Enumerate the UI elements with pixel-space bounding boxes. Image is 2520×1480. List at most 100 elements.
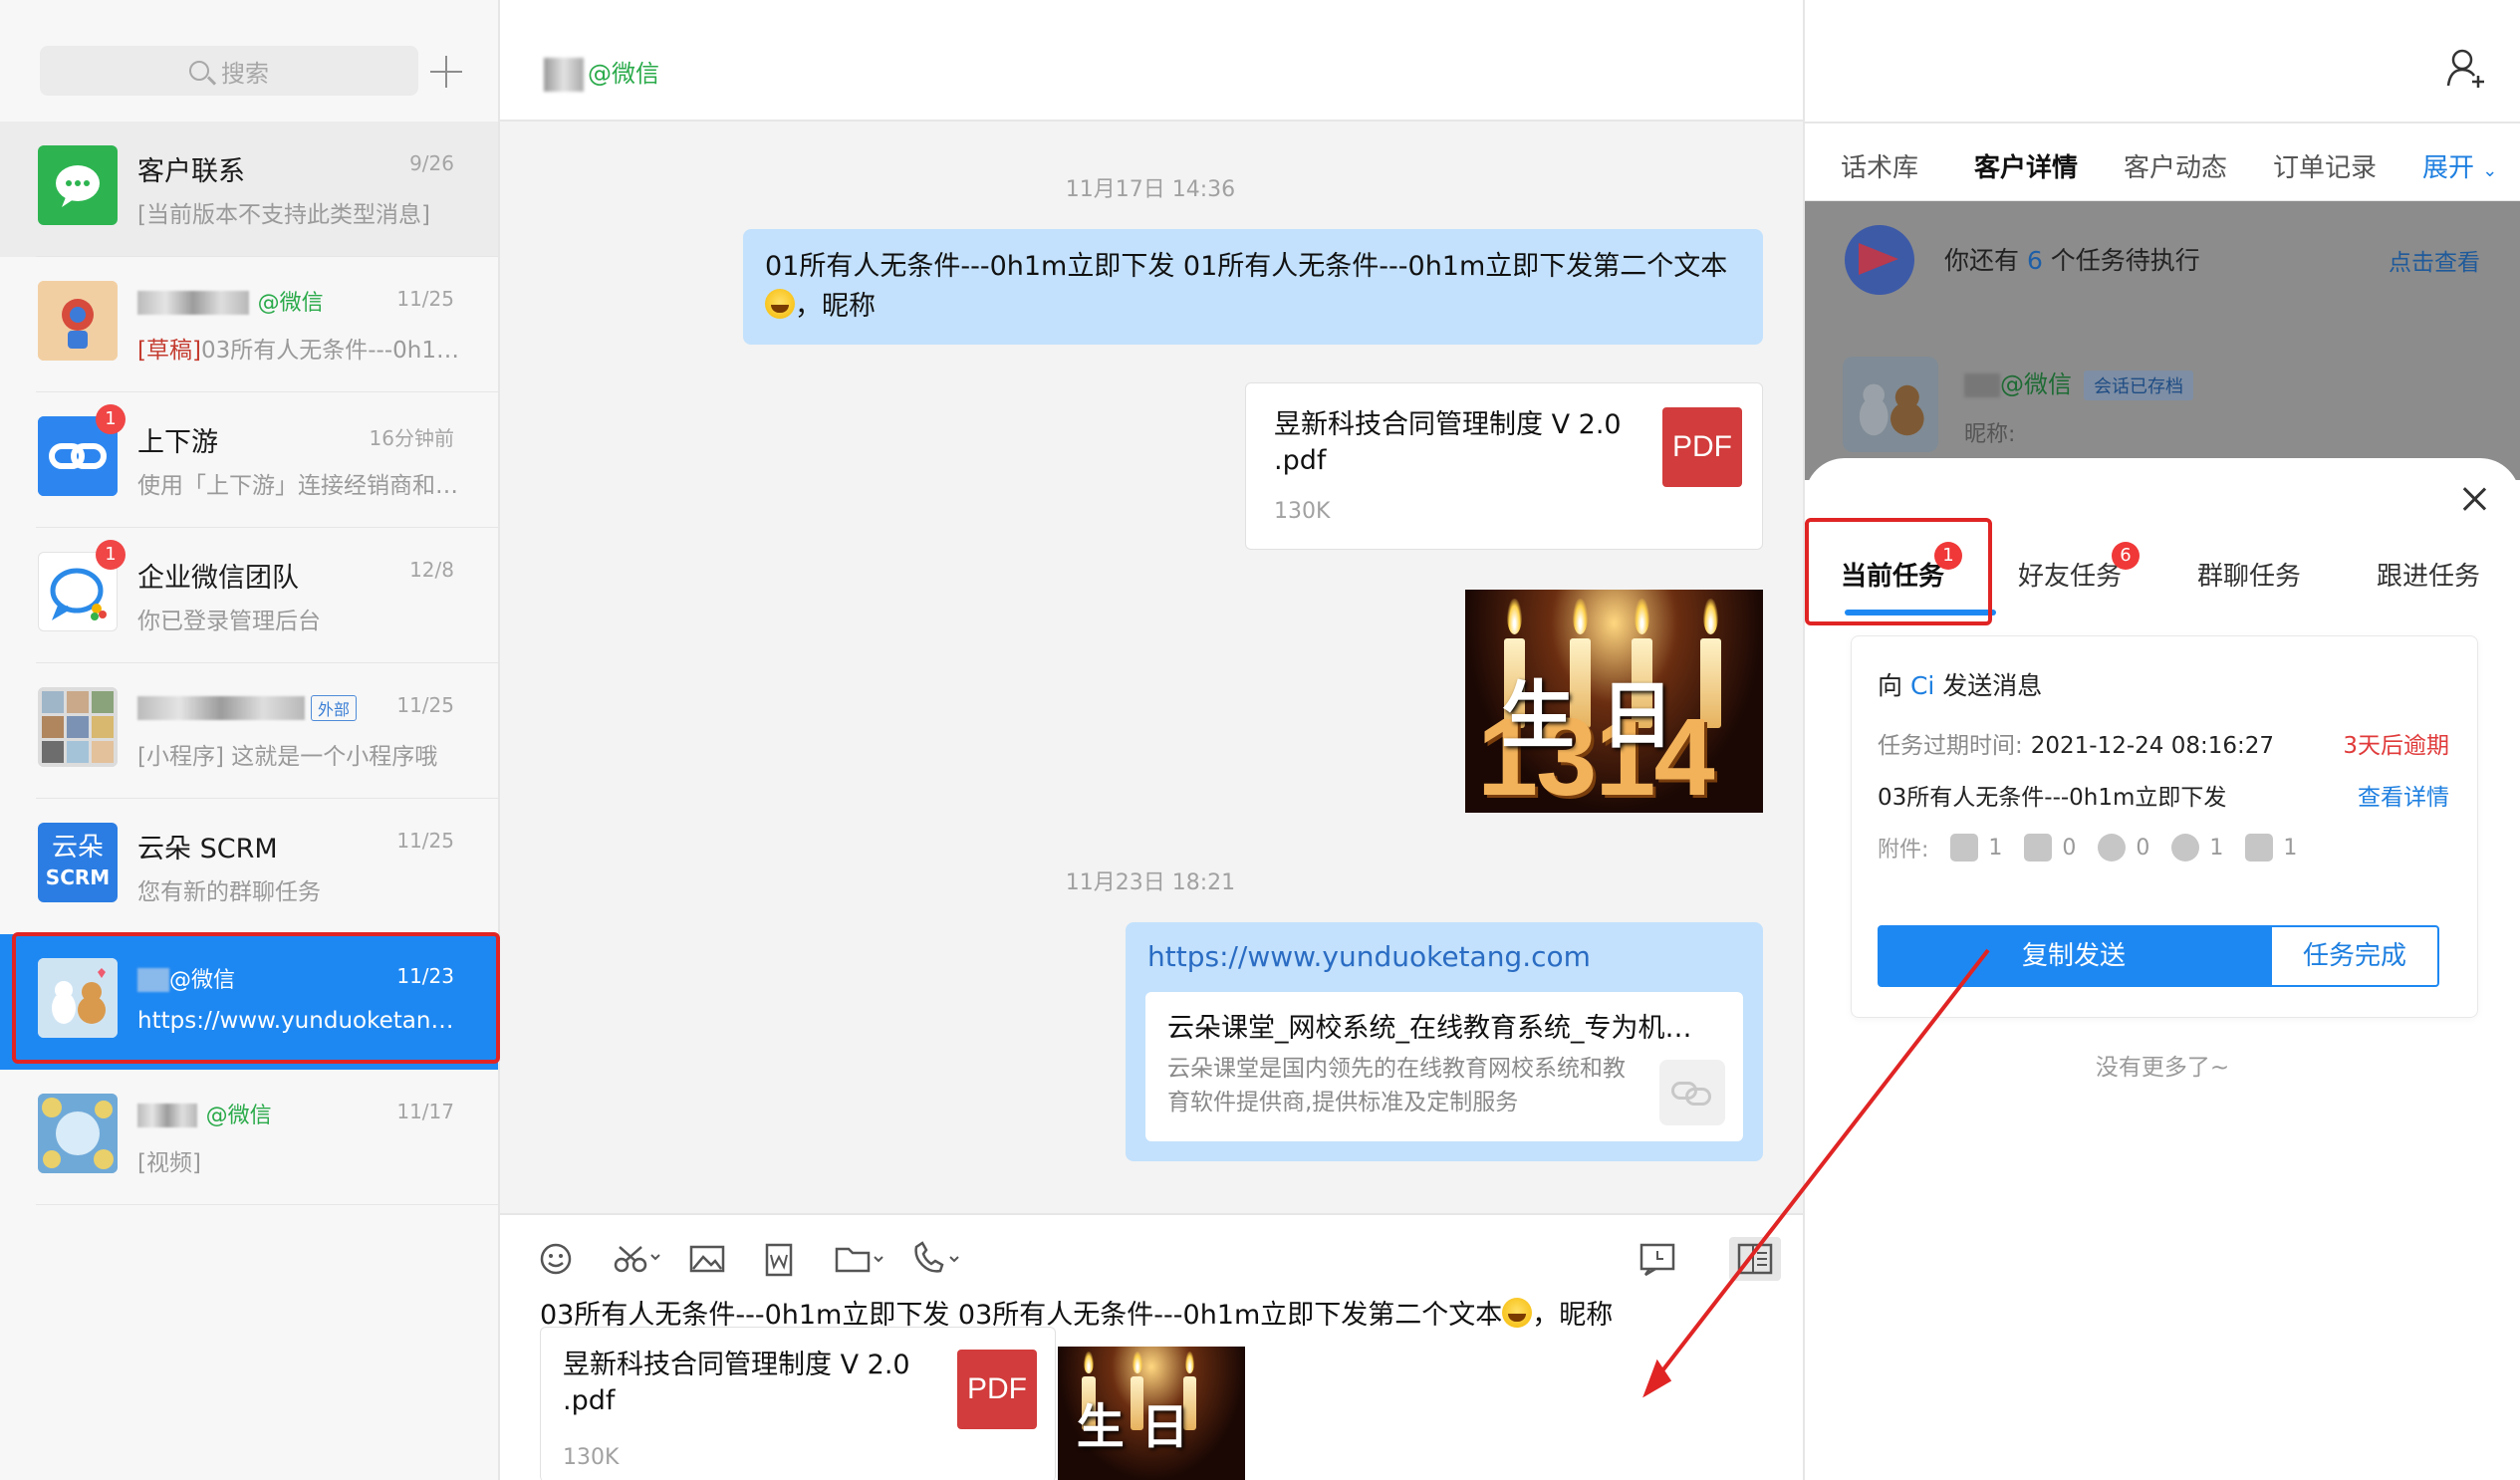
birthday-image-message[interactable]: 1314 生 日	[1465, 590, 1763, 813]
conversation-name-suffix: @微信	[257, 291, 324, 316]
task-sheet: 当前任务 1 好友任务 6 群聊任务 跟进任务 向 Ci 发送消息 任务过期时间…	[1805, 458, 2520, 1480]
task-complete-button[interactable]: 任务完成	[2270, 925, 2439, 987]
search-icon	[189, 61, 209, 81]
conversation-item[interactable]: 1 企业微信团队 12/8 你已登录管理后台	[0, 528, 498, 663]
message-timestamp: 11月23日 18:21	[1065, 870, 1236, 895]
note-prefix: 你还有	[1944, 246, 2027, 275]
conversation-item[interactable]: 外部 11/25 [小程序] 这就是一个小程序哦	[0, 663, 498, 799]
attachment-counts: 附件: 1 0 0 1 1	[1878, 832, 2297, 863]
compose-text-tail: ，昵称	[1532, 1300, 1614, 1331]
contact-avatar	[38, 1094, 118, 1173]
expand-label: 展开	[2422, 153, 2475, 183]
compose-file-attachment[interactable]: 昱新科技合同管理制度 V 2.0 .pdf 130K PDF	[540, 1327, 1056, 1480]
screenshot-icon[interactable]	[608, 1237, 667, 1281]
compose-image-attachment[interactable]: 生 日	[1058, 1347, 1245, 1480]
no-more-text: 没有更多了~	[2095, 1055, 2230, 1081]
nickname-label: 昵称:	[1964, 422, 2016, 447]
folder-icon[interactable]	[829, 1237, 890, 1281]
miniprogram-count: 1	[2209, 835, 2224, 861]
panel-tabs: 话术库 客户详情 客户动态 订单记录 展开 ⌄	[1805, 122, 2520, 201]
link-icon	[1659, 1060, 1725, 1125]
highlight-outline	[12, 932, 500, 1064]
link-title: 云朵课堂_网校系统_在线教育系统_专为机构打造	[1167, 1013, 1715, 1044]
conversation-preview: [视频]	[137, 1150, 201, 1176]
close-icon[interactable]	[2454, 480, 2494, 520]
emoji-icon[interactable]	[530, 1237, 582, 1281]
tab-expand[interactable]: 展开 ⌄	[2422, 147, 2497, 184]
archived-badge: 会话已存档	[2084, 370, 2193, 400]
conversation-item[interactable]: 1 上下游 16分钟前 使用「上下游」连接经销商和客户	[0, 392, 498, 528]
image-count: 1	[1988, 835, 2003, 861]
conversation-preview: 您有新的群聊任务	[137, 879, 321, 905]
search-input[interactable]: 搜索	[40, 46, 418, 96]
customer-panel: 话术库 客户详情 客户动态 订单记录 展开 ⌄ 你还有 6 个任务待执行 点击查…	[1803, 0, 2520, 1480]
conversation-time: 11/25	[396, 287, 454, 311]
compose-file-name: 昱新科技合同管理制度 V 2.0 .pdf	[563, 1350, 910, 1416]
tab-group-tasks[interactable]: 群聊任务	[2197, 556, 2301, 593]
note-suffix: 个任务待执行	[2042, 246, 2200, 275]
view-tasks-link[interactable]: 点击查看	[2389, 243, 2480, 277]
sidebar-toggle-icon[interactable]	[1729, 1237, 1781, 1281]
chevron-down-icon: ⌄	[2482, 160, 2498, 181]
link-preview[interactable]: 云朵课堂_网校系统_在线教育系统_专为机构打造 云朵课堂是国内领先的在线教育网校…	[1145, 992, 1743, 1141]
phone-icon[interactable]	[904, 1237, 966, 1281]
external-tag: 外部	[311, 694, 358, 721]
tab-customer-detail[interactable]: 客户详情	[1974, 147, 2078, 184]
tab-followup-tasks[interactable]: 跟进任务	[2377, 556, 2480, 593]
customer-contact-avatar	[38, 145, 118, 225]
conversation-preview: [小程序] 这就是一个小程序哦	[137, 744, 438, 770]
conversation-name: 企业微信团队	[137, 563, 299, 594]
file-message-card[interactable]: 昱新科技合同管理制度 V 2.0 .pdf 130K PDF	[1245, 382, 1763, 550]
pending-count: 6	[2026, 246, 2043, 275]
grin-emoji-icon	[765, 289, 795, 319]
task-to-prefix: 向	[1878, 671, 1910, 700]
pending-task-note: 你还有 6 个任务待执行 点击查看	[1805, 201, 2520, 311]
conversation-preview: 你已登录管理后台	[137, 609, 321, 634]
link-count: 0	[2136, 835, 2150, 861]
chat-title: @微信	[544, 54, 659, 92]
tab-script-library[interactable]: 话术库	[1841, 147, 1918, 184]
conversation-name: 上下游	[137, 427, 218, 458]
highlight-outline	[1805, 518, 1992, 625]
task-to-suffix: 发送消息	[1934, 671, 2043, 700]
tab-order-records[interactable]: 订单记录	[2273, 147, 2377, 184]
document-icon[interactable]	[753, 1237, 805, 1281]
conversation-item[interactable]: @微信 11/25 [草稿]03所有人无条件---0h1m立即下发	[0, 257, 498, 392]
tab-friend-tasks[interactable]: 好友任务	[2018, 556, 2122, 593]
image-attachment-icon	[1950, 834, 1979, 862]
image-label: 生 日	[1500, 673, 1674, 760]
conversation-item[interactable]: 客户联系 9/26 [当前版本不支持此类型消息]	[0, 122, 498, 257]
conversation-preview: 03所有人无条件---0h1m立即下发	[200, 338, 461, 364]
conversation-time: 12/8	[409, 558, 454, 582]
link-description: 云朵课堂是国内领先的在线教育网校系统和教育软件提供商,提供标准及定制服务	[1167, 1056, 1626, 1115]
image-label: 生 日	[1076, 1398, 1189, 1455]
image-icon[interactable]	[681, 1237, 733, 1281]
tab-customer-activity[interactable]: 客户动态	[2124, 147, 2227, 184]
conversation-time: 9/26	[409, 151, 454, 175]
file-count: 1	[2283, 835, 2298, 861]
add-icon[interactable]	[426, 52, 466, 92]
copy-send-button[interactable]: 复制发送	[1878, 925, 2270, 987]
avatar-text-bottom: SCRM	[45, 865, 111, 889]
conversation-name-suffix: @微信	[205, 1104, 272, 1128]
contact-name-suffix: @微信	[2000, 370, 2072, 398]
conversation-item[interactable]: 云朵 SCRM 云朵 SCRM 11/25 您有新的群聊任务	[0, 799, 498, 934]
draft-tag: [草稿]	[137, 338, 201, 364]
message-text-tail: ，昵称	[795, 291, 876, 322]
conversation-item[interactable]: @微信 11/17 [视频]	[0, 1070, 498, 1205]
chat-history-icon[interactable]	[1632, 1237, 1683, 1281]
file-size: 130K	[1274, 499, 1331, 524]
add-contact-icon[interactable]	[2444, 46, 2488, 90]
link-attachment-icon	[2098, 834, 2127, 862]
view-detail-link[interactable]: 查看详情	[2358, 778, 2449, 812]
link-message-card[interactable]: https://www.yunduoketang.com 云朵课堂_网校系统_在…	[1126, 922, 1763, 1161]
task-recipient[interactable]: Ci	[1910, 671, 1934, 700]
dimmed-background: 你还有 6 个任务待执行 点击查看 @微信 会话已存档 昵称:	[1805, 201, 2520, 480]
message-bubble[interactable]: 01所有人无条件---0h1m立即下发 01所有人无条件---0h1m立即下发第…	[743, 229, 1763, 345]
overdue-status: 3天后逾期	[2343, 733, 2449, 759]
conversation-sidebar: 搜索 客户联系 9/26 [当前版本不支持此类型消息] @微信 11/25 [草…	[0, 0, 500, 1480]
link-url[interactable]: https://www.yunduoketang.com	[1147, 940, 1591, 973]
message-composer[interactable]: 03所有人无条件---0h1m立即下发 03所有人无条件---0h1m立即下发第…	[500, 1213, 1803, 1480]
chat-header: @微信	[500, 0, 1803, 122]
file-name: 昱新科技合同管理制度 V 2.0 .pdf	[1274, 409, 1622, 476]
